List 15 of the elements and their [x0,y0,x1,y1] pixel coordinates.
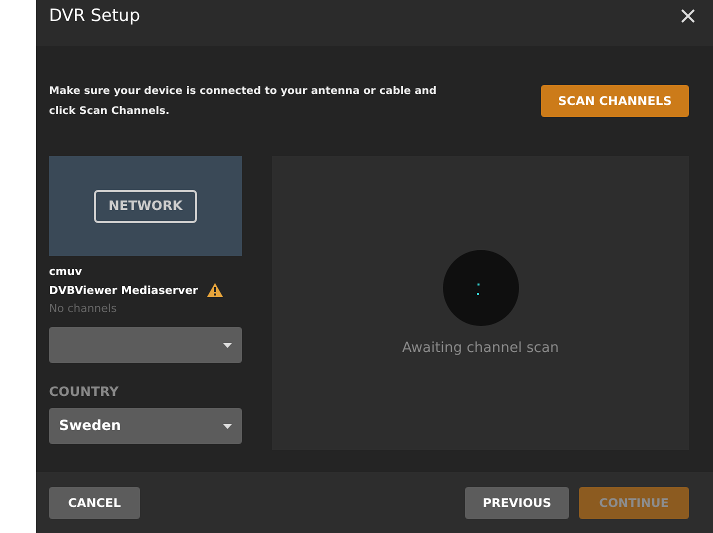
dialog-title: DVR Setup [49,6,140,26]
close-icon[interactable] [681,9,695,23]
instruction-text: Make sure your device is connected to your antenna or cable and click Scan Channels. [49,84,438,119]
country-label: COUNTRY [49,385,120,400]
caret-icon [223,342,232,348]
footer-button[interactable]: CANCEL [49,486,140,518]
device-model: DVBViewer Mediaserver [49,284,198,296]
caret-icon [223,424,232,428]
device-status: No channels [49,302,118,315]
spinner-icon [442,250,518,326]
device-name: cmuv [49,265,83,278]
country-dropdown[interactable]: Sweden [49,408,242,444]
footer-button[interactable]: PREVIOUS [465,486,569,518]
scan-status-text: Awaiting channel scan [402,340,559,356]
network-label: NETWORK [94,190,197,222]
